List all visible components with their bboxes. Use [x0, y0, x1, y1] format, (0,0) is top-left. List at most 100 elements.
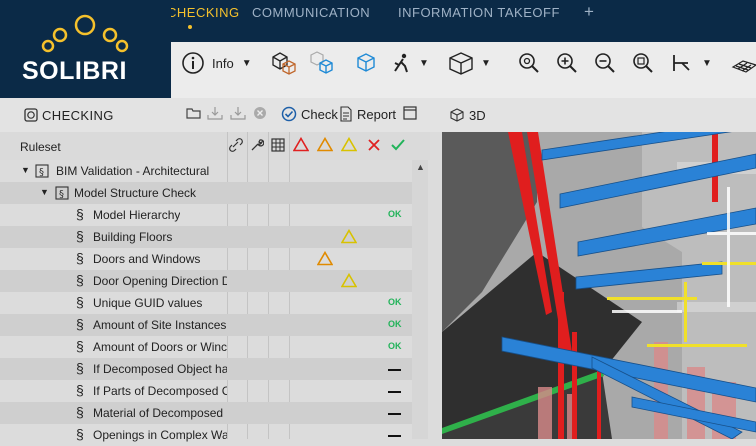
- info-button[interactable]: Info ▼: [181, 50, 252, 76]
- tree-row[interactable]: § Amount of Site Instances OK: [0, 314, 412, 336]
- tree-row[interactable]: § Doors and Windows: [0, 248, 412, 270]
- row-label: Model Structure Check: [74, 186, 197, 200]
- not-checked-icon: [388, 391, 401, 393]
- tree-row[interactable]: § Unique GUID values OK: [0, 292, 412, 314]
- tree-row[interactable]: § Door Opening Direction D: [0, 270, 412, 292]
- rule-section-icon: §: [76, 272, 84, 288]
- viewport-3d[interactable]: [442, 132, 756, 439]
- info-label: Info: [212, 55, 234, 71]
- tree-row[interactable]: § Amount of Doors or Winc OK: [0, 336, 412, 358]
- ruleset-icon: §: [35, 164, 49, 178]
- tree-row[interactable]: § If Parts of Decomposed C: [0, 380, 412, 402]
- cubes-selection-icon: [310, 51, 333, 74]
- logo-text: SOLIBRI: [22, 57, 127, 85]
- row-label: Building Floors: [93, 230, 173, 244]
- tray-down-icon[interactable]: [207, 106, 223, 120]
- row-label: Material of Decomposed: [93, 406, 224, 420]
- tab-information-takeoff[interactable]: INFORMATION TAKEOFF: [398, 5, 560, 20]
- tree-row[interactable]: § Openings in Complex Wa: [0, 424, 412, 446]
- tree-row[interactable]: § Material of Decomposed: [0, 402, 412, 424]
- rule-section-icon: §: [76, 426, 84, 442]
- active-tab-indicator: [188, 25, 192, 29]
- row-label: Model Hierarchy: [93, 208, 181, 222]
- ruleset-tree: ▼ § BIM Validation - Architectural ▼ § M…: [0, 160, 412, 442]
- expand-arrow-icon[interactable]: ▼: [40, 187, 49, 197]
- zoom-out-icon: [595, 53, 615, 73]
- zoom-selection-button[interactable]: [631, 50, 655, 76]
- checking-icon: [24, 108, 38, 122]
- rejected-icon: [368, 139, 380, 151]
- app-logo: SOLIBRI: [0, 0, 171, 98]
- warning-medium-icon: [317, 251, 333, 266]
- not-checked-icon: [388, 413, 401, 415]
- zoom-out-button[interactable]: [593, 50, 617, 76]
- tree-row[interactable]: § Model Hierarchy OK: [0, 204, 412, 226]
- check-button[interactable]: Check: [281, 106, 338, 122]
- view-3d-title: 3D: [469, 108, 486, 123]
- walk-tool-button[interactable]: ▼: [389, 50, 429, 76]
- expand-arrow-icon[interactable]: ▼: [21, 165, 30, 175]
- rule-section-icon: §: [76, 404, 84, 420]
- selection-cubes-button[interactable]: [308, 50, 338, 76]
- not-checked-icon: [388, 435, 401, 437]
- add-tab-button[interactable]: +: [584, 2, 594, 22]
- ruleset-header: Ruleset: [0, 132, 430, 160]
- ok-badge: OK: [388, 341, 402, 351]
- ok-badge: OK: [388, 319, 402, 329]
- rule-section-icon: §: [76, 382, 84, 398]
- row-label: If Parts of Decomposed C: [93, 384, 227, 398]
- row-label: Door Opening Direction D: [93, 274, 227, 288]
- row-label: Openings in Complex Wa: [93, 428, 227, 442]
- rule-section-icon: §: [76, 250, 84, 266]
- checking-panel-header: CHECKING Check Report: [0, 98, 430, 133]
- checking-panel-title: CHECKING: [42, 108, 114, 123]
- rule-section-icon: §: [76, 316, 84, 332]
- blue-cube-button[interactable]: [355, 50, 377, 76]
- check-circle-icon: [281, 106, 297, 122]
- stop-icon[interactable]: [253, 106, 267, 120]
- view-cube-button[interactable]: ▼: [447, 50, 491, 76]
- cube-icon: [357, 53, 375, 72]
- zoom-fit-button[interactable]: [517, 50, 541, 76]
- tray-down-alt-icon[interactable]: [230, 106, 246, 120]
- row-label: Amount of Site Instances: [93, 318, 227, 332]
- tab-checking[interactable]: CHECKING: [167, 5, 240, 20]
- zoom-in-button[interactable]: [555, 50, 579, 76]
- tree-row[interactable]: § If Decomposed Object ha: [0, 358, 412, 380]
- chevron-down-icon: ▼: [702, 57, 712, 69]
- rule-section-icon: §: [76, 294, 84, 310]
- building-model-render: [442, 132, 756, 439]
- svg-text:§: §: [39, 167, 44, 178]
- ruleset-header-label: Ruleset: [20, 140, 61, 154]
- rule-section-icon: §: [76, 338, 84, 354]
- tree-row[interactable]: ▼ § Model Structure Check: [0, 182, 412, 204]
- tab-communication[interactable]: COMMUNICATION: [252, 5, 370, 20]
- report-button[interactable]: Report: [339, 106, 396, 122]
- box-icon: [449, 52, 473, 75]
- scroll-up-icon[interactable]: ▲: [416, 162, 425, 172]
- severity-high-icon: [293, 137, 309, 152]
- cube-3d-icon: [450, 108, 464, 122]
- ok-badge: OK: [388, 209, 402, 219]
- tree-row[interactable]: § Building Floors: [0, 226, 412, 248]
- row-label: Doors and Windows: [93, 252, 201, 266]
- maximize-panel-icon[interactable]: [403, 106, 417, 120]
- cubes-icon: [272, 52, 296, 75]
- component-cubes-button[interactable]: [270, 50, 302, 76]
- ruleset-icon: §: [55, 186, 69, 200]
- check-label: Check: [301, 106, 338, 122]
- section-plane-button[interactable]: [731, 50, 756, 76]
- open-folder-icon[interactable]: [186, 106, 202, 120]
- chevron-down-icon: ▼: [419, 57, 429, 69]
- warning-low-icon: [341, 229, 357, 244]
- logo-circles-icon: [41, 14, 129, 53]
- wrench-column-icon: [251, 139, 264, 151]
- not-checked-icon: [388, 369, 401, 371]
- table-column-icon: [271, 138, 285, 152]
- zoom-selection-icon: [633, 53, 653, 73]
- tree-row[interactable]: ▼ § BIM Validation - Architectural: [0, 160, 412, 182]
- main-toolbar: Info ▼ ▼ ▼ ▼: [171, 42, 756, 98]
- ruleset-scrollbar[interactable]: ▲: [412, 160, 428, 439]
- measure-tool-button[interactable]: ▼: [670, 50, 712, 76]
- ok-badge: OK: [388, 297, 402, 307]
